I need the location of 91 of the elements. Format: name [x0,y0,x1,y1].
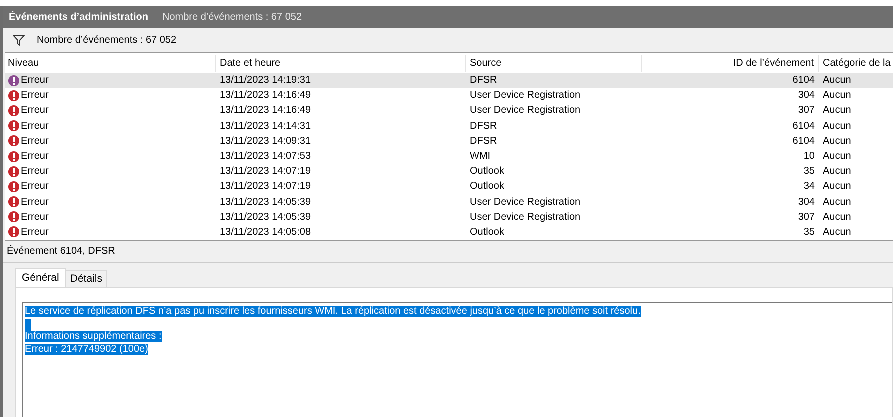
table-cell: 6104 [792,136,815,147]
table-cell: Outlook [470,166,504,178]
event-row[interactable]: Erreur 13/11/2023 14:05:39 User Device Registration 304 Aucun [5,194,893,210]
table-cell: 13/11/2023 14:05:39 [220,212,312,223]
table-cell: DFSR [470,120,498,132]
table-cell: Aucun [823,136,852,147]
event-count: Nombre d’événements : 67 052 [162,12,302,22]
error-icon [8,166,20,178]
error-icon [8,180,20,193]
event-row[interactable]: Erreur 13/11/2023 14:07:53 WMI 10 Aucun [5,148,893,164]
table-cell: Erreur [21,212,49,223]
table-cell: 307 [798,212,815,223]
table-cell: Aucun [823,226,852,238]
table-cell: WMI [470,151,491,162]
table-cell: Erreur [21,166,49,178]
table-cell: 13/11/2023 14:09:31 [220,136,312,147]
column-header[interactable]: Date et heure [216,55,466,72]
column-header[interactable]: Catégorie de la [819,55,893,72]
table-cell: DFSR [470,75,498,86]
table-cell: User Device Registration [470,196,581,208]
table-cell: Erreur [21,136,49,147]
description-box[interactable]: Le service de réplication DFS n’a pas pu inscrire les fournisseurs WMI. La réplication est désactivée jusqu’à ce que le problème soit résolu. Informations supplémentaires : Erreur : 2147749902 (100e) [22,302,892,417]
table-cell: 6104 [792,75,815,86]
table-cell: 35 [804,166,815,178]
event-row[interactable]: Erreur 13/11/2023 14:05:08 Outlook 35 Aucun [5,224,893,240]
table-cell: 13/11/2023 14:05:08 [220,226,312,238]
event-row[interactable]: Erreur 13/11/2023 14:05:39 User Device Registration 307 Aucun [5,210,893,225]
table-cell: 6104 [792,120,815,132]
table-cell: 304 [798,90,815,102]
table-cell: Erreur [21,181,49,192]
table-cell: User Device Registration [470,212,581,223]
table-cell: Aucun [823,75,852,86]
error-icon [8,135,20,148]
table-cell: 10 [804,151,815,162]
error-icon [8,90,20,102]
error-icon [8,104,20,117]
table-cell: 13/11/2023 14:07:19 [220,181,312,192]
tab[interactable]: Général [15,268,66,288]
table-cell: 13/11/2023 14:16:49 [220,105,312,116]
panel-title: Événements d’administration [9,12,148,22]
table-cell: Aucun [823,196,852,208]
table-cell: 13/11/2023 14:07:53 [220,151,312,162]
table-cell: DFSR [470,136,498,147]
tab[interactable]: Détails [65,270,108,288]
table-cell: Aucun [823,181,852,192]
error-icon [8,150,20,163]
table-cell: Erreur [21,226,49,238]
table-cell: User Device Registration [470,105,581,116]
table-cell: 13/11/2023 14:05:39 [220,196,312,208]
table-cell: 13/11/2023 14:14:31 [220,120,312,132]
table-cell: 13/11/2023 14:07:19 [220,166,312,178]
table-cell: Erreur [21,105,49,116]
column-header[interactable]: Source [466,55,642,72]
table-cell: Erreur [21,196,49,208]
event-row[interactable]: Erreur 13/11/2023 14:09:31 DFSR 6104 Aucun [5,134,893,149]
table-cell: Erreur [21,120,49,132]
table-cell: Erreur [21,151,49,162]
event-row[interactable]: Erreur 13/11/2023 14:16:49 User Device Registration 304 Aucun [5,88,893,104]
table-cell: Aucun [823,120,852,132]
table-cell: Erreur [21,75,49,86]
table-cell: 13/11/2023 14:16:49 [220,90,312,102]
table-cell: Aucun [823,212,852,223]
table-cell: Aucun [823,90,852,102]
table-cell: Aucun [823,151,852,162]
event-row[interactable]: Erreur 13/11/2023 14:07:19 Outlook 35 Aucun [5,164,893,180]
table-cell: 307 [798,105,815,116]
table-cell: User Device Registration [470,90,581,102]
event-row[interactable]: Erreur 13/11/2023 14:16:49 User Device Registration 307 Aucun [5,103,893,119]
error-icon [8,196,20,208]
table-cell: 13/11/2023 14:19:31 [220,75,312,86]
table-cell: Erreur [21,90,49,102]
event-row[interactable]: Erreur 13/11/2023 14:14:31 DFSR 6104 Aucun [5,118,893,134]
table-cell: Outlook [470,226,504,238]
table-cell: Aucun [823,166,852,178]
event-row[interactable]: Erreur 13/11/2023 14:19:31 DFSR 6104 Aucun [5,73,893,88]
selection-highlight [25,318,31,331]
filter-count: Nombre d’événements : 67 052 [37,34,177,46]
error-icon [8,120,20,132]
event-row[interactable]: Erreur 13/11/2023 14:07:19 Outlook 34 Aucun [5,179,893,194]
table-cell: Outlook [470,181,504,192]
event-title: Événement 6104, DFSR [7,246,116,258]
table-cell: 304 [798,196,815,208]
table-cell: Aucun [823,105,852,116]
error-icon [8,74,20,87]
column-header[interactable]: ID de l’événement [642,55,819,72]
filter-icon[interactable] [13,34,25,46]
table-cell: 35 [804,226,815,238]
table-cell: 34 [804,181,815,192]
column-header[interactable]: Niveau [5,55,216,72]
error-icon [8,211,20,224]
error-icon [8,226,20,238]
